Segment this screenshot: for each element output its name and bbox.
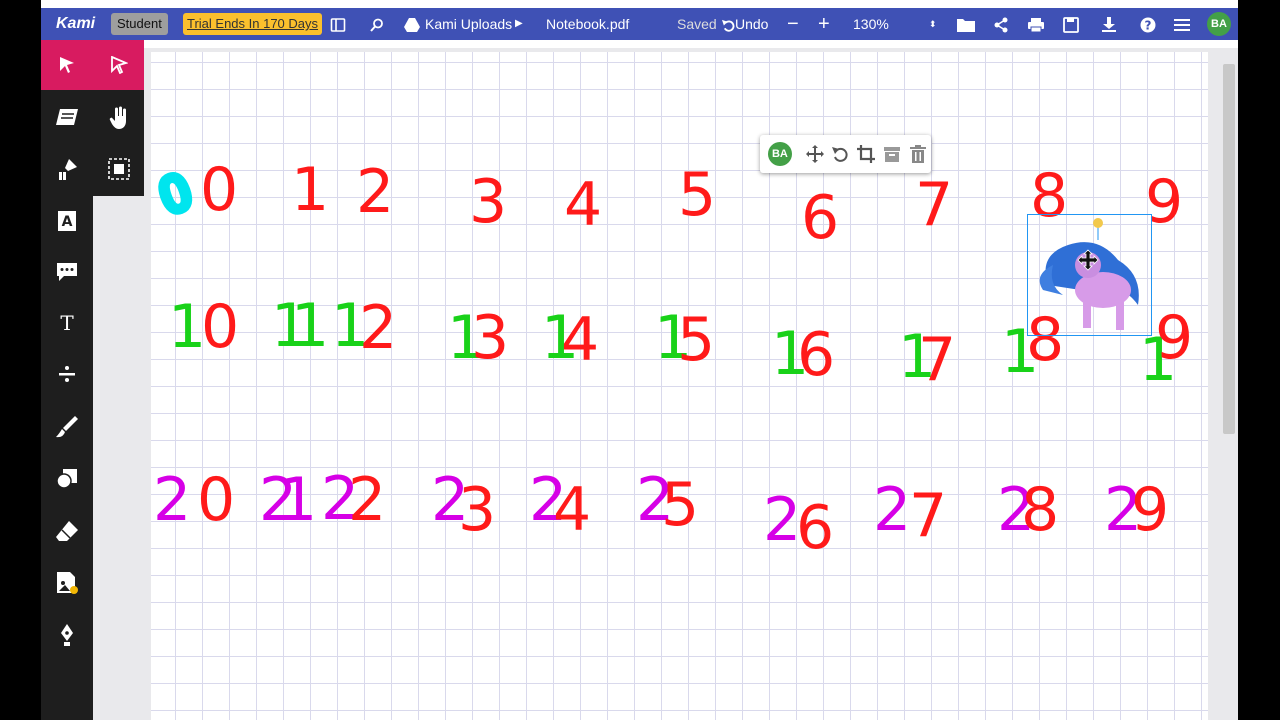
pony-sticker-selection[interactable] xyxy=(1027,214,1152,336)
archive-icon[interactable] xyxy=(879,145,905,163)
ink-digit[interactable]: 4 xyxy=(561,305,599,375)
ink-digit[interactable]: 2 xyxy=(153,465,191,535)
annotation-author-avatar: BA xyxy=(768,142,792,166)
ink-digit[interactable]: 1 xyxy=(291,155,329,225)
ink-digit[interactable]: 0 xyxy=(200,155,238,225)
ink-digit[interactable]: 3 xyxy=(471,303,509,373)
ink-digit[interactable]: 5 xyxy=(678,160,716,230)
move-icon[interactable] xyxy=(802,145,828,163)
ink-digit[interactable]: 2 xyxy=(873,475,911,545)
ink-digit[interactable]: 6 xyxy=(801,183,839,253)
rotate-icon[interactable] xyxy=(828,145,854,163)
ink-digit[interactable]: 0 xyxy=(201,292,239,362)
ink-digit[interactable]: 7 xyxy=(909,481,947,551)
ink-digit[interactable]: 6 xyxy=(797,320,835,390)
ink-digit[interactable]: 0 xyxy=(148,160,203,230)
ink-row-20-29: 2 0 21 22 23 24 25 26 27 28 29 xyxy=(153,464,1169,563)
ink-digit[interactable]: 3 xyxy=(469,167,507,237)
crop-icon[interactable] xyxy=(854,145,880,163)
ink-digit[interactable]: 5 xyxy=(661,470,699,540)
ink-digit[interactable]: 9 xyxy=(1155,303,1193,373)
ink-digit[interactable]: 5 xyxy=(677,305,715,375)
ink-digit[interactable]: 2 xyxy=(348,465,386,535)
ink-digit[interactable]: 2 xyxy=(356,157,394,227)
ink-digit[interactable]: 4 xyxy=(553,475,591,545)
delete-icon[interactable] xyxy=(905,145,931,163)
ink-digit[interactable]: 9 xyxy=(1131,475,1169,545)
kami-app: Kami Student Trial Ends In 170 Days Kami… xyxy=(41,0,1238,720)
ink-digit[interactable]: 7 xyxy=(918,325,956,395)
ink-digit[interactable]: 0 xyxy=(197,465,235,535)
ink-digit[interactable]: 1 xyxy=(291,291,329,361)
ink-digit[interactable]: 4 xyxy=(564,170,602,240)
ink-digit[interactable]: 6 xyxy=(796,493,834,563)
ink-digit[interactable]: 3 xyxy=(458,475,496,545)
annotation-toolbar: BA xyxy=(760,135,931,173)
ink-digit[interactable]: 2 xyxy=(359,293,397,363)
ink-layer: 00123456789 10 11 12 13 14 15 16 17 18 19 2 0 21 22 2… xyxy=(148,155,1193,563)
rotate-handle xyxy=(1093,218,1103,228)
ink-digit[interactable]: 8 xyxy=(1021,475,1059,545)
ink-digit[interactable]: 7 xyxy=(915,170,953,240)
ink-digit[interactable]: 1 xyxy=(279,465,317,535)
pony-sticker-image xyxy=(1039,218,1139,330)
